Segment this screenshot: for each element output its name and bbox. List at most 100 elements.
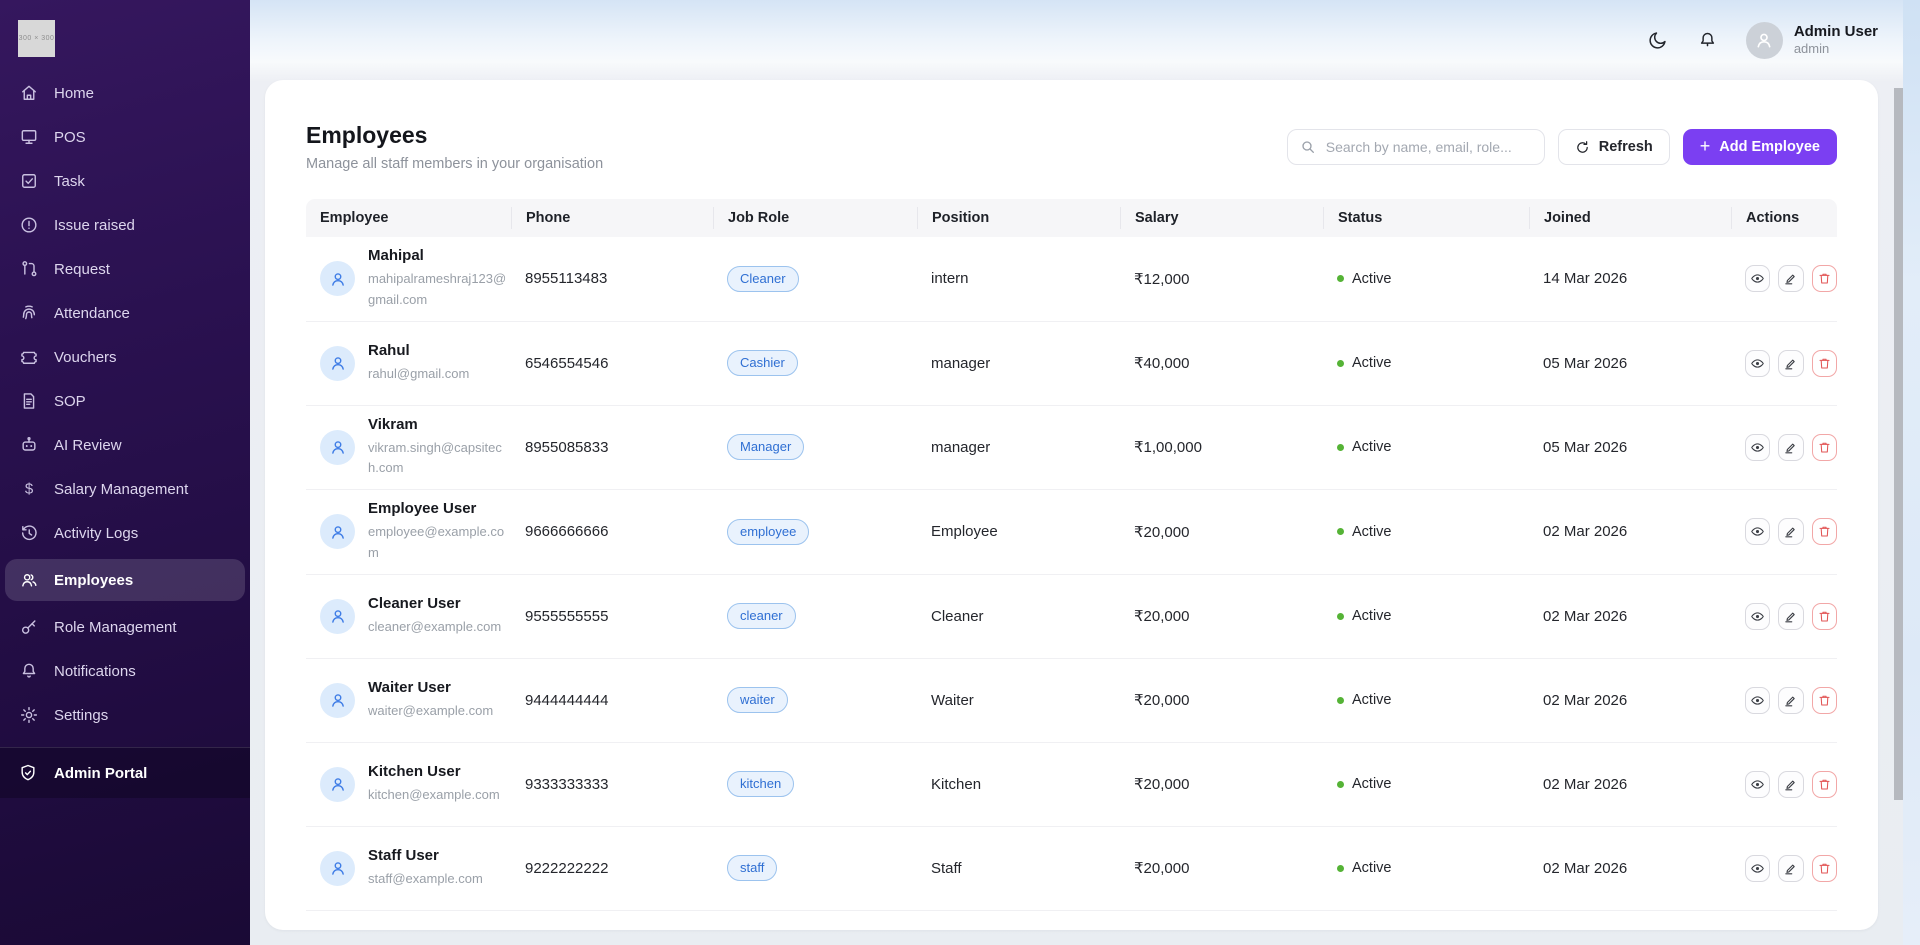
search-box (1287, 129, 1545, 165)
edit-button[interactable] (1778, 265, 1803, 292)
avatar (1746, 22, 1783, 59)
salary-cell: ₹12,000 (1120, 270, 1323, 288)
sidebar-item-role-management[interactable]: Role Management (5, 609, 245, 645)
dollar-icon: $ (18, 479, 39, 500)
status-label: Active (1352, 271, 1392, 287)
employee-cell: Staff Userstaff@example.com (306, 847, 511, 890)
person-icon (1753, 29, 1775, 51)
job-role-cell: staff (713, 855, 917, 881)
salary-cell: ₹20,000 (1120, 775, 1323, 793)
app-logo: 300 × 300 (18, 20, 55, 57)
sidebar-item-label: Attendance (54, 305, 130, 322)
salary-cell: ₹40,000 (1120, 354, 1323, 372)
plus-icon: + (1700, 137, 1711, 155)
notifications-button[interactable] (1696, 28, 1720, 52)
status-label: Active (1352, 860, 1392, 876)
phone-cell: 9333333333 (511, 776, 713, 793)
key-icon (18, 617, 39, 638)
gear-icon (18, 705, 39, 726)
edit-button[interactable] (1778, 350, 1803, 377)
employee-cell: Rahulrahul@gmail.com (306, 342, 511, 385)
table-row: Cleaner Usercleaner@example.com955555555… (306, 575, 1837, 659)
delete-button[interactable] (1812, 771, 1837, 798)
delete-button[interactable] (1812, 350, 1837, 377)
sidebar-item-vouchers[interactable]: Vouchers (5, 339, 245, 375)
delete-button[interactable] (1812, 518, 1837, 545)
employee-cell: Kitchen Userkitchen@example.com (306, 763, 511, 806)
sidebar-item-ai-review[interactable]: AI Review (5, 427, 245, 463)
check-square-icon (18, 171, 39, 192)
view-button[interactable] (1745, 434, 1770, 461)
salary-cell: ₹20,000 (1120, 523, 1323, 541)
delete-button[interactable] (1812, 687, 1837, 714)
search-icon (1300, 139, 1316, 155)
view-button[interactable] (1745, 265, 1770, 292)
employee-email: cleaner@example.com (368, 617, 501, 638)
delete-button[interactable] (1812, 603, 1837, 630)
search-input[interactable] (1324, 138, 1532, 156)
sidebar-item-attendance[interactable]: Attendance (5, 295, 245, 331)
status-cell: Active (1323, 860, 1529, 876)
edit-button[interactable] (1778, 603, 1803, 630)
edit-button[interactable] (1778, 855, 1803, 882)
sidebar-item-notifications[interactable]: Notifications (5, 653, 245, 689)
view-button[interactable] (1745, 518, 1770, 545)
delete-button[interactable] (1812, 434, 1837, 461)
sidebar-item-label: Salary Management (54, 481, 188, 498)
robot-icon (18, 435, 39, 456)
joined-cell: 02 Mar 2026 (1529, 692, 1731, 709)
sidebar-item-label: Notifications (54, 663, 136, 680)
bell-icon (18, 661, 39, 682)
shield-check-icon (18, 763, 39, 784)
sidebar-item-request[interactable]: Request (5, 251, 245, 287)
dark-mode-toggle[interactable] (1646, 28, 1670, 52)
delete-button[interactable] (1812, 265, 1837, 292)
employee-email: vikram.singh@capsitech.com (368, 438, 508, 480)
job-role-badge: kitchen (727, 771, 794, 797)
phone-cell: 6546554546 (511, 355, 713, 372)
user-menu[interactable]: Admin User admin (1746, 22, 1878, 59)
sidebar-item-task[interactable]: Task (5, 163, 245, 199)
delete-button[interactable] (1812, 855, 1837, 882)
fingerprint-icon (18, 303, 39, 324)
actions-cell (1731, 434, 1837, 461)
employee-name: Waiter User (368, 679, 493, 696)
edit-button[interactable] (1778, 771, 1803, 798)
users-icon (18, 570, 39, 591)
sidebar-item-label: POS (54, 129, 86, 146)
add-employee-label: Add Employee (1719, 139, 1820, 155)
salary-cell: ₹1,00,000 (1120, 438, 1323, 456)
job-role-badge: cleaner (727, 603, 796, 629)
refresh-button[interactable]: Refresh (1558, 129, 1670, 165)
status-label: Active (1352, 355, 1392, 371)
table-row: Rahulrahul@gmail.com6546554546Cashierman… (306, 322, 1837, 406)
scrollbar-thumb[interactable] (1894, 88, 1903, 800)
view-button[interactable] (1745, 771, 1770, 798)
employee-avatar (320, 767, 355, 802)
actions-cell (1731, 771, 1837, 798)
add-employee-button[interactable]: + Add Employee (1683, 129, 1837, 165)
view-button[interactable] (1745, 855, 1770, 882)
edit-button[interactable] (1778, 518, 1803, 545)
joined-cell: 02 Mar 2026 (1529, 776, 1731, 793)
view-button[interactable] (1745, 350, 1770, 377)
sidebar-item-label: Settings (54, 707, 108, 724)
status-cell: Active (1323, 608, 1529, 624)
view-button[interactable] (1745, 687, 1770, 714)
sidebar-item-admin-portal[interactable]: Admin Portal (0, 748, 250, 798)
edit-button[interactable] (1778, 434, 1803, 461)
sidebar-item-employees[interactable]: Employees (5, 559, 245, 601)
bell-icon (1697, 30, 1718, 51)
sidebar-item-pos[interactable]: POS (5, 119, 245, 155)
sidebar-item-salary-management[interactable]: $ Salary Management (5, 471, 245, 507)
sidebar-item-sop[interactable]: SOP (5, 383, 245, 419)
sidebar-item-activity-logs[interactable]: Activity Logs (5, 515, 245, 551)
table-row: Employee Useremployee@example.com9666666… (306, 490, 1837, 575)
status-cell: Active (1323, 355, 1529, 371)
sidebar-item-home[interactable]: Home (5, 75, 245, 111)
employee-cell: Mahipalmahipalrameshraj123@gmail.com (306, 247, 511, 311)
edit-button[interactable] (1778, 687, 1803, 714)
sidebar-item-settings[interactable]: Settings (5, 697, 245, 733)
sidebar-item-issue-raised[interactable]: Issue raised (5, 207, 245, 243)
view-button[interactable] (1745, 603, 1770, 630)
